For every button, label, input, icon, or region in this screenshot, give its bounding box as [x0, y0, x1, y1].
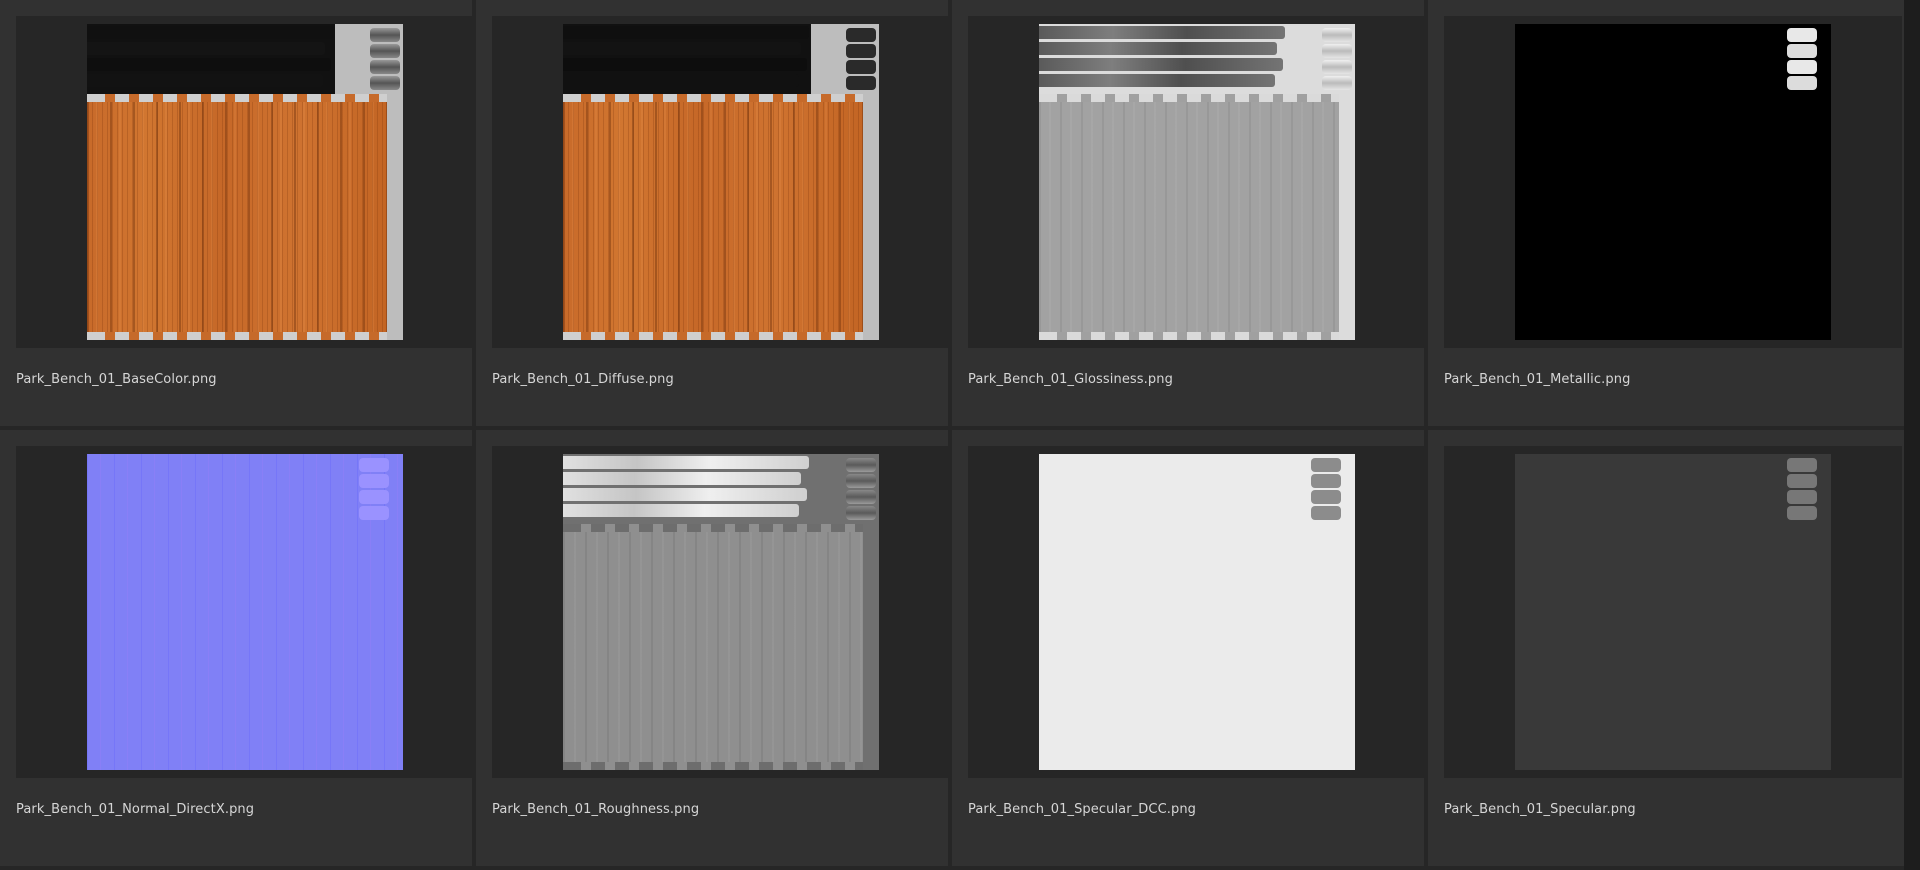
asset-tile[interactable]: Park_Bench_01_BaseColor.png — [0, 0, 476, 430]
bolt-group — [335, 24, 403, 94]
thumbnail-frame — [1444, 446, 1902, 778]
thumbnail-frame — [492, 446, 950, 778]
filename-label: Park_Bench_01_Normal_DirectX.png — [16, 802, 255, 817]
wood-slats — [1039, 94, 1339, 340]
bolt-group — [1775, 24, 1825, 94]
thumbnail-frame — [492, 16, 950, 348]
bolt-group — [347, 454, 397, 524]
normal-thumbnail — [87, 454, 403, 770]
asset-tile[interactable]: Park_Bench_01_Glossiness.png — [952, 0, 1428, 430]
wood-slats — [563, 524, 863, 770]
filename-label: Park_Bench_01_Glossiness.png — [968, 372, 1173, 387]
filename-label: Park_Bench_01_Specular_DCC.png — [968, 802, 1197, 817]
filename-label: Park_Bench_01_BaseColor.png — [16, 372, 217, 387]
roughness-thumbnail — [563, 454, 879, 770]
plank-strips — [563, 454, 811, 524]
bolt-group — [811, 454, 879, 524]
bolt-group — [1775, 454, 1825, 524]
wood-slats — [87, 94, 387, 340]
bolt-group — [811, 24, 879, 94]
asset-tile[interactable]: Park_Bench_01_Diffuse.png — [476, 0, 952, 430]
asset-tile[interactable]: Park_Bench_01_Roughness.png — [476, 430, 952, 870]
asset-tile[interactable]: Park_Bench_01_Specular_DCC.png — [952, 430, 1428, 870]
glossiness-thumbnail — [1039, 24, 1355, 340]
filename-label: Park_Bench_01_Specular.png — [1444, 802, 1636, 817]
thumbnail-frame — [16, 16, 474, 348]
thumbnail-frame — [16, 446, 474, 778]
thumbnail-frame — [968, 16, 1426, 348]
bolt-group — [1299, 454, 1349, 524]
thumbnail-frame — [968, 446, 1426, 778]
plank-strips — [563, 24, 811, 94]
asset-tile[interactable]: Park_Bench_01_Normal_DirectX.png — [0, 430, 476, 870]
filename-label: Park_Bench_01_Roughness.png — [492, 802, 700, 817]
specular-thumbnail — [1515, 454, 1831, 770]
specular-dcc-thumbnail — [1039, 454, 1355, 770]
wood-slats — [563, 94, 863, 340]
plank-strips — [87, 24, 335, 94]
metallic-thumbnail — [1515, 24, 1831, 340]
asset-tile[interactable]: Park_Bench_01_Specular.png — [1428, 430, 1904, 870]
basecolor-thumbnail — [87, 24, 403, 340]
plank-strips — [1039, 24, 1287, 94]
filename-label: Park_Bench_01_Diffuse.png — [492, 372, 674, 387]
asset-tile[interactable]: Park_Bench_01_Metallic.png — [1428, 0, 1904, 430]
diffuse-thumbnail — [563, 24, 879, 340]
asset-browser-grid: Park_Bench_01_BaseColor.png Park_Bench_0… — [0, 0, 1920, 870]
thumbnail-frame — [1444, 16, 1902, 348]
filename-label: Park_Bench_01_Metallic.png — [1444, 372, 1631, 387]
bolt-group — [1287, 24, 1355, 94]
